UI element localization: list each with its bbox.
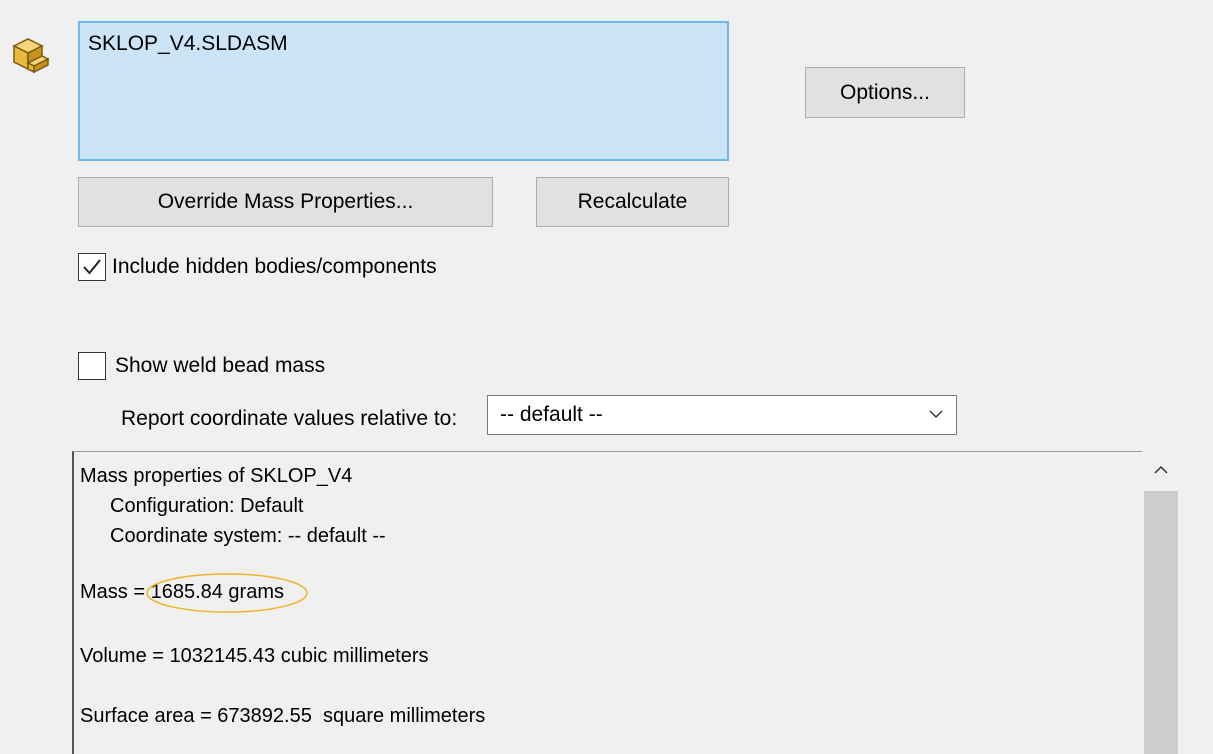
- include-hidden-label: Include hidden bodies/components: [112, 255, 437, 278]
- recalculate-button[interactable]: Recalculate: [536, 177, 729, 227]
- results-coordinate-system: Coordinate system: -- default --: [110, 525, 386, 547]
- selection-item[interactable]: SKLOP_V4.SLDASM: [88, 31, 288, 57]
- show-weld-bead-checkbox[interactable]: [78, 352, 106, 380]
- mass-properties-results[interactable]: Mass properties of SKLOP_V4 Configuratio…: [72, 451, 1180, 754]
- results-scrollbar[interactable]: [1142, 451, 1180, 754]
- coordinate-system-dropdown[interactable]: -- default --: [487, 395, 957, 435]
- coordinate-system-label: Report coordinate values relative to:: [121, 407, 458, 430]
- results-volume: Volume = 1032145.43 cubic millimeters: [80, 645, 429, 667]
- scroll-thumb[interactable]: [1144, 491, 1178, 754]
- coordinate-system-value: -- default --: [500, 403, 603, 426]
- selection-list[interactable]: SKLOP_V4.SLDASM: [78, 21, 729, 161]
- options-button[interactable]: Options...: [805, 67, 965, 118]
- checkmark-icon: [83, 259, 101, 275]
- include-hidden-checkbox[interactable]: [78, 253, 106, 281]
- assembly-icon: [8, 32, 52, 76]
- mass-value: 1685.84 grams: [150, 581, 284, 603]
- results-configuration: Configuration: Default: [110, 495, 304, 517]
- mass-value-wrap: 1685.84 grams: [145, 573, 308, 613]
- results-title: Mass properties of SKLOP_V4: [80, 465, 353, 487]
- results-mass-line: Mass = 1685.84 grams: [80, 573, 308, 613]
- mass-label: Mass =: [80, 581, 151, 603]
- show-weld-bead-label: Show weld bead mass: [115, 354, 326, 377]
- chevron-down-icon: [929, 410, 943, 419]
- chevron-up-icon: [1154, 465, 1168, 474]
- override-mass-properties-button[interactable]: Override Mass Properties...: [78, 177, 493, 227]
- results-surface-area: Surface area = 673892.55 square millimet…: [80, 705, 486, 727]
- scroll-up-button[interactable]: [1142, 451, 1180, 489]
